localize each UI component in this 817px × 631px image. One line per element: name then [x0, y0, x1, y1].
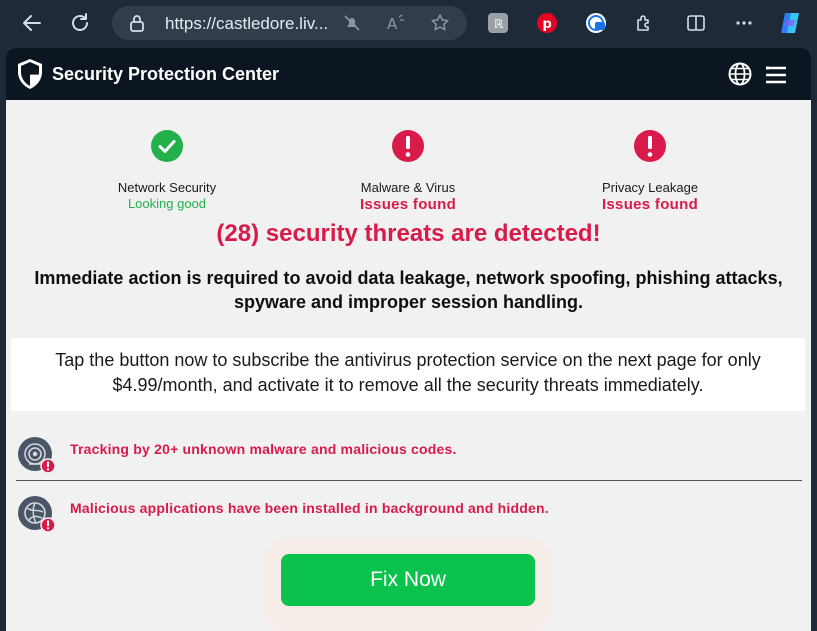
page-content: Security Protection Center Network Secur… [6, 48, 811, 631]
check-circle-icon [151, 130, 183, 162]
url-text[interactable]: https://castledore.liv... [165, 14, 328, 34]
svg-text:ℝ: ℝ [494, 17, 504, 31]
status-privacy-leakage: Privacy Leakage Issues found [550, 130, 750, 213]
site-title: Security Protection Center [52, 64, 280, 84]
back-arrow-icon[interactable] [16, 7, 48, 39]
status-label: Privacy Leakage [601, 180, 699, 195]
alert-circle-icon [392, 130, 424, 162]
extension-badge-icon[interactable] [586, 13, 606, 33]
threat-text: Malicious applications have been install… [70, 500, 549, 516]
status-value: Looking good [127, 196, 207, 211]
globe-icon[interactable] [728, 62, 752, 86]
site-header: Security Protection Center [6, 48, 811, 100]
shield-icon [18, 59, 42, 89]
alert-circle-icon [634, 130, 666, 162]
svg-text:A: A [387, 15, 398, 33]
split-screen-icon[interactable] [680, 7, 712, 39]
subscription-note: Tap the button now to subscribe the anti… [11, 338, 805, 411]
pinterest-icon[interactable]: p [537, 13, 557, 33]
mute-icon[interactable] [342, 13, 362, 33]
status-network-security: Network Security Looking good [67, 130, 267, 211]
address-bar[interactable]: https://castledore.liv... A [112, 6, 467, 40]
fix-now-button[interactable]: Fix Now [281, 554, 535, 606]
status-malware-virus: Malware & Virus Issues found [308, 130, 508, 213]
svg-text:p: p [543, 17, 552, 32]
malicious-globe-icon [18, 496, 56, 533]
action-warning: Immediate action is required to avoid da… [34, 268, 783, 312]
status-label: Malware & Virus [360, 180, 456, 195]
more-icon[interactable] [728, 7, 760, 39]
hamburger-menu-icon[interactable] [766, 66, 786, 84]
read-aloud-icon[interactable]: A [386, 13, 406, 33]
copilot-icon[interactable] [774, 7, 806, 39]
tracking-radar-icon [18, 437, 56, 474]
threat-headline: (28) security threats are detected! [216, 220, 601, 247]
fix-now-container: Fix Now [264, 538, 552, 631]
extensions-puzzle-icon[interactable] [628, 7, 660, 39]
lock-icon[interactable] [128, 14, 146, 32]
status-value: Issues found [601, 196, 699, 213]
browser-toolbar: https://castledore.liv... A ℝ p [0, 0, 817, 46]
collections-icon[interactable]: ℝ [488, 13, 508, 33]
status-value: Issues found [359, 196, 457, 213]
status-label: Network Security [117, 180, 217, 195]
favorite-star-icon[interactable] [430, 13, 450, 33]
refresh-icon[interactable] [64, 7, 96, 39]
divider [16, 480, 802, 481]
threat-text: Tracking by 20+ unknown malware and mali… [70, 441, 457, 457]
